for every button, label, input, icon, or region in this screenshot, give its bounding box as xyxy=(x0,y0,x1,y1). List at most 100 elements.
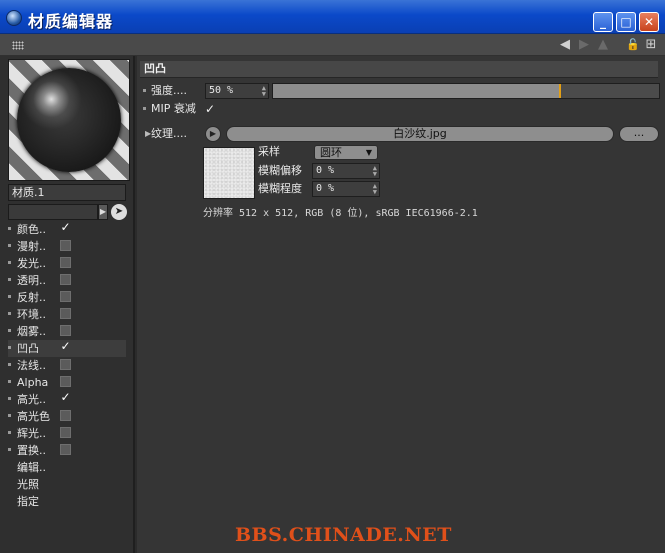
channel-label: 凹凸 xyxy=(17,342,39,355)
window-titlebar[interactable]: 材质编辑器 _ □ ✕ xyxy=(0,0,665,34)
blur-scale-value: 0 % xyxy=(316,183,335,194)
texture-label: 纹理.... xyxy=(151,127,187,140)
channel-item[interactable]: 颜色.. ✓ xyxy=(8,221,126,238)
param-bullet xyxy=(143,89,146,92)
maximize-button[interactable]: □ xyxy=(616,12,636,32)
channel-label: Alpha xyxy=(17,376,49,389)
arrow-left-icon[interactable]: ◀ xyxy=(557,37,573,53)
strength-input[interactable]: 50 % ▲ ▼ xyxy=(205,83,269,99)
channel-item[interactable]: 漫射.. xyxy=(8,238,126,255)
material-path-arrow-button[interactable]: ▶ xyxy=(98,204,108,220)
editor-toolbar: ◀ ▶ ▲ 🔓 ⊞ xyxy=(0,34,665,56)
texture-file-button[interactable]: 白沙纹.jpg xyxy=(226,126,614,142)
channel-item[interactable]: 辉光.. xyxy=(8,425,126,442)
channel-bullet xyxy=(8,261,11,264)
channel-bullet xyxy=(8,244,11,247)
material-name-field[interactable]: 材质.1 xyxy=(8,184,126,201)
channel-checkbox[interactable] xyxy=(60,410,71,421)
channel-item[interactable]: 透明.. xyxy=(8,272,126,289)
pick-cursor-icon[interactable]: ➤ xyxy=(111,204,127,220)
spinner-icon[interactable]: ▲ ▼ xyxy=(373,165,377,178)
channel-item[interactable]: 环境.. xyxy=(8,306,126,323)
texture-menu-button[interactable]: ▶ xyxy=(205,126,221,142)
channel-bullet xyxy=(8,227,11,230)
channel-item[interactable]: 高光色 xyxy=(8,408,126,425)
channel-label: 反射.. xyxy=(17,291,46,304)
channel-item[interactable]: 发光.. xyxy=(8,255,126,272)
channel-item[interactable]: 反射.. xyxy=(8,289,126,306)
channel-item[interactable]: 指定 xyxy=(8,493,126,510)
mip-checkbox[interactable]: ✓ xyxy=(205,103,217,115)
channel-item[interactable]: 光照 xyxy=(8,476,126,493)
channel-item[interactable]: 置换.. xyxy=(8,442,126,459)
texture-thumbnail[interactable] xyxy=(203,147,255,199)
channel-checkbox[interactable] xyxy=(60,427,71,438)
channel-bullet xyxy=(8,431,11,434)
blur-offset-input[interactable]: 0 % ▲ ▼ xyxy=(312,163,380,179)
channel-item[interactable]: 法线.. xyxy=(8,357,126,374)
channel-label: 法线.. xyxy=(17,359,46,372)
channel-label: 发光.. xyxy=(17,257,46,270)
channel-item[interactable]: Alpha xyxy=(8,374,126,391)
channel-checkbox[interactable]: ✓ xyxy=(60,340,71,353)
channel-checkbox[interactable] xyxy=(60,274,71,285)
grip-icon[interactable] xyxy=(12,41,24,50)
watermark: BBS.CHINADE.NET xyxy=(235,524,452,546)
channel-bullet xyxy=(8,363,11,366)
window-title: 材质编辑器 xyxy=(28,12,114,31)
channel-label: 高光色 xyxy=(17,410,50,423)
channel-checkbox[interactable] xyxy=(60,325,71,336)
strength-slider[interactable] xyxy=(272,83,660,99)
channel-label: 高光.. xyxy=(17,393,46,406)
sampling-select[interactable]: 圆环 ▼ xyxy=(314,145,378,160)
channel-bullet xyxy=(8,380,11,383)
channel-label: 编辑.. xyxy=(17,461,46,474)
material-preview[interactable] xyxy=(8,59,130,181)
channel-bullet xyxy=(8,278,11,281)
channel-checkbox[interactable]: ✓ xyxy=(60,391,71,404)
material-path-field[interactable] xyxy=(8,204,98,220)
channel-bullet xyxy=(8,329,11,332)
app-icon xyxy=(6,10,22,26)
arrow-right-icon[interactable]: ▶ xyxy=(576,37,592,53)
slider-handle[interactable] xyxy=(559,84,561,98)
blur-scale-input[interactable]: 0 % ▲ ▼ xyxy=(312,181,380,197)
bump-channel-panel: 凹凸 强度.... 50 % ▲ ▼ MIP 衰减 ✓ ▶ 纹理.... ▶ 白沙… xyxy=(137,56,665,553)
new-window-icon[interactable]: ⊞ xyxy=(643,37,659,53)
channel-label: 置换.. xyxy=(17,444,46,457)
channel-checkbox[interactable] xyxy=(60,240,71,251)
channel-bullet xyxy=(8,312,11,315)
param-bullet xyxy=(143,107,146,110)
channel-checkbox[interactable]: ✓ xyxy=(60,221,71,234)
channel-checkbox[interactable] xyxy=(60,359,71,370)
strength-value: 50 % xyxy=(209,85,234,96)
material-sidebar: 材质.1 ▶ ➤ 颜色.. ✓ 漫射.. 发光.. 透明.. 反射.. 环境.. 烟雾.. 凹凸… xyxy=(0,56,135,553)
lock-icon[interactable]: 🔓 xyxy=(625,37,641,53)
channel-checkbox[interactable] xyxy=(60,291,71,302)
channel-checkbox[interactable] xyxy=(60,444,71,455)
channel-label: 指定 xyxy=(17,495,39,508)
spinner-icon[interactable]: ▲ ▼ xyxy=(373,183,377,196)
close-button[interactable]: ✕ xyxy=(639,12,659,32)
blur-scale-label: 模糊程度 xyxy=(258,182,302,195)
channel-item[interactable]: 高光.. ✓ xyxy=(8,391,126,408)
mip-label: MIP 衰减 xyxy=(151,102,196,115)
preview-sphere xyxy=(17,68,121,172)
channel-checkbox[interactable] xyxy=(60,257,71,268)
spinner-icon[interactable]: ▲ ▼ xyxy=(262,85,266,98)
channel-item[interactable]: 编辑.. xyxy=(8,459,126,476)
channel-checkbox[interactable] xyxy=(60,308,71,319)
texture-browse-button[interactable]: ... xyxy=(619,126,659,142)
channel-item[interactable]: 烟雾.. xyxy=(8,323,126,340)
channel-label: 烟雾.. xyxy=(17,325,46,338)
blur-offset-label: 模糊偏移 xyxy=(258,164,302,177)
sampling-value: 圆环 xyxy=(320,146,342,159)
arrow-up-icon[interactable]: ▲ xyxy=(595,37,611,53)
section-title: 凹凸 xyxy=(140,61,658,78)
channel-bullet xyxy=(8,397,11,400)
sampling-label: 采样 xyxy=(258,145,280,158)
channel-checkbox[interactable] xyxy=(60,376,71,387)
channel-bullet xyxy=(8,414,11,417)
minimize-button[interactable]: _ xyxy=(593,12,613,32)
channel-item[interactable]: 凹凸 ✓ xyxy=(8,340,126,357)
